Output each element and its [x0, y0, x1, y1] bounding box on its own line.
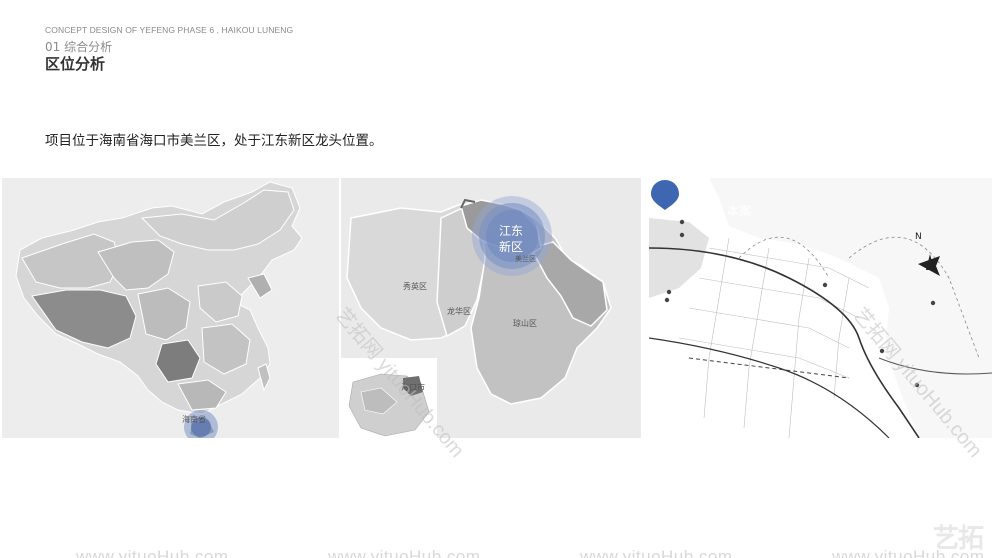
north-label: N: [915, 232, 922, 242]
jiangdong-label-2: 新区: [499, 240, 524, 254]
location-description: 项目位于海南省海口市美兰区，处于江东新区龙头位置。: [45, 133, 383, 149]
jiangdong-label-1: 江东: [499, 224, 524, 238]
haikou-district-map: 江东 新区 美兰区 秀英区 龙华区 琼山区 海口市: [341, 178, 641, 438]
watermark-row: www.yituoHub.com www.yituoHub.com www.yi…: [0, 545, 993, 558]
header-concept: CONCEPT DESIGN OF YEFENG PHASE 6 , HAIKO…: [45, 25, 294, 35]
project-pin-label: 本案: [726, 204, 751, 218]
xiuying-label: 秀英区: [403, 282, 427, 291]
watermark-url-1: www.yituoHub.com: [76, 547, 229, 558]
longhua-label: 龙华区: [447, 307, 471, 316]
watermark-url-3: www.yituoHub.com: [580, 547, 733, 558]
china-map: 海南省: [2, 178, 339, 438]
page-title: 区位分析: [45, 55, 106, 73]
project-pin-icon: [651, 180, 679, 210]
province-label: 海南省: [182, 415, 206, 424]
meilan-label: 美兰区: [515, 255, 536, 263]
watermark-logo: 艺拓: [932, 524, 984, 554]
watermark-url-2: www.yituoHub.com: [328, 547, 481, 558]
qiongshan-label: 琼山区: [513, 319, 537, 328]
